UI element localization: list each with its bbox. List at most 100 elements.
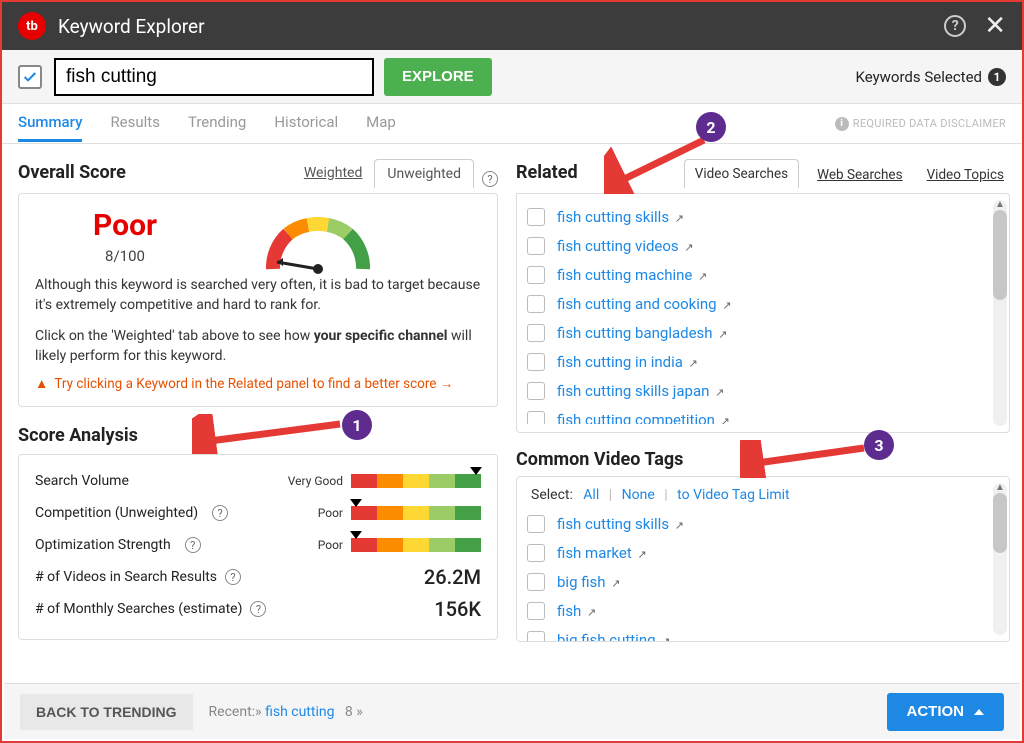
select-all-link[interactable]: All [583,487,599,503]
keyword-row: fish cutting bangladesh ↗ [527,318,999,347]
left-column: Overall Score Weighted Unweighted ? Poor… [18,158,498,652]
tag-select-row: Select: All | None | to Video Tag Limit [527,485,999,509]
external-link-icon: ↗ [718,328,727,341]
help-icon[interactable]: ? [944,15,966,37]
scrollbar[interactable]: ▲ [993,483,1007,635]
keyword-checkbox[interactable] [527,411,545,425]
metric-row: Optimization Strength? Poor [35,529,481,561]
tag-link[interactable]: fish cutting skills ↗ [557,515,684,533]
keywords-selected-label: Keywords Selected [855,68,982,86]
keyword-input[interactable] [54,58,374,96]
help-icon[interactable]: ? [225,569,241,585]
back-to-trending-button[interactable]: BACK TO TRENDING [20,694,193,730]
search-row: EXPLORE Keywords Selected 1 [2,50,1022,104]
tab-video-searches[interactable]: Video Searches [684,159,799,188]
overall-score-title: Overall Score [18,162,126,183]
tab-results[interactable]: Results [110,105,160,142]
tag-checkbox[interactable] [527,631,545,643]
external-link-icon: ↗ [684,241,693,254]
explore-button[interactable]: EXPLORE [384,58,492,96]
select-limit-link[interactable]: to Video Tag Limit [677,487,789,503]
nav-tabs: Summary Results Trending Historical Map … [2,104,1022,144]
tab-map[interactable]: Map [366,105,396,142]
metric-row: Search Volume Very Good [35,465,481,497]
close-icon[interactable]: ✕ [984,13,1006,39]
keyword-link[interactable]: fish cutting machine ↗ [557,266,707,284]
keywords-selected-count: 1 [988,68,1006,86]
keyword-link[interactable]: fish cutting videos ↗ [557,237,694,255]
score-rating-value: 8/100 [35,247,215,265]
metric-label: Search Volume [35,473,129,489]
tag-link[interactable]: fish ↗ [557,602,596,620]
footer-bar: BACK TO TRENDING Recent:» fish cutting 8… [4,683,1020,739]
recent-searches: Recent:» fish cutting 8 » [209,704,363,720]
metric-rating: Very Good [288,474,343,488]
tag-row: fish cutting skills ↗ [527,509,999,538]
tab-web-searches[interactable]: Web Searches [811,163,908,187]
overall-description-2: Click on the 'Weighted' tab above to see… [35,326,481,367]
tag-link[interactable]: fish market ↗ [557,544,647,562]
keyword-checkbox[interactable] [527,237,545,255]
tab-summary[interactable]: Summary [18,105,82,142]
metric-rating: Poor [318,506,343,520]
keywords-selected-indicator: Keywords Selected 1 [855,68,1006,86]
tag-row: big fish cutting ↗ [527,625,999,642]
keyword-link[interactable]: fish cutting skills japan ↗ [557,382,724,400]
tab-video-topics[interactable]: Video Topics [921,163,1010,187]
keyword-checkbox[interactable] [527,382,545,400]
keyword-checkbox[interactable] [527,353,545,371]
tab-unweighted[interactable]: Unweighted [374,159,474,188]
tag-checkbox[interactable] [527,602,545,620]
keyword-row: fish cutting in india ↗ [527,347,999,376]
overall-help-icon[interactable]: ? [482,171,498,187]
tag-checkbox[interactable] [527,515,545,533]
app-title: Keyword Explorer [58,15,944,38]
select-keyword-checkbox[interactable] [18,65,42,89]
keyword-link[interactable]: fish cutting bangladesh ↗ [557,324,728,342]
scrollbar[interactable]: ▲ [993,200,1007,426]
external-link-icon: ↗ [715,386,724,399]
tab-trending[interactable]: Trending [188,105,246,142]
tag-checkbox[interactable] [527,573,545,591]
keyword-row: fish cutting and cooking ↗ [527,289,999,318]
metric-bar [351,538,481,552]
keyword-link[interactable]: fish cutting competition ↗ [557,411,730,425]
keyword-row: fish cutting machine ↗ [527,260,999,289]
select-none-link[interactable]: None [622,487,655,503]
keyword-link[interactable]: fish cutting and cooking ↗ [557,295,732,313]
chevron-up-icon [974,709,984,715]
tag-checkbox[interactable] [527,544,545,562]
external-link-icon: ↗ [637,548,646,561]
tag-link[interactable]: big fish ↗ [557,573,620,591]
external-link-icon: ↗ [722,299,731,312]
tag-row: fish ↗ [527,596,999,625]
tab-historical[interactable]: Historical [274,105,338,142]
action-button[interactable]: ACTION [887,693,1005,731]
title-bar: tb Keyword Explorer ? ✕ [2,2,1022,50]
right-column: Related Video Searches Web Searches Vide… [516,158,1010,652]
tag-link[interactable]: big fish cutting ↗ [557,631,670,643]
help-icon[interactable]: ? [250,601,266,617]
gauge-icon [263,214,373,282]
tab-weighted[interactable]: Weighted [292,159,375,187]
keyword-checkbox[interactable] [527,295,545,313]
keyword-checkbox[interactable] [527,208,545,226]
keyword-checkbox[interactable] [527,266,545,284]
keyword-checkbox[interactable] [527,324,545,342]
recent-keyword-link[interactable]: fish cutting [265,704,334,720]
stat-row: # of Videos in Search Results?26.2M [35,561,481,593]
help-icon[interactable]: ? [185,537,201,553]
help-icon[interactable]: ? [212,505,228,521]
info-icon: i [835,117,849,131]
keyword-link[interactable]: fish cutting in india ↗ [557,353,698,371]
keyword-link[interactable]: fish cutting skills ↗ [557,208,684,226]
overall-hint[interactable]: ▲ Try clicking a Keyword in the Related … [35,376,481,392]
data-disclaimer[interactable]: i REQUIRED DATA DISCLAIMER [835,117,1006,131]
external-link-icon: ↗ [675,519,684,532]
common-tags-title: Common Video Tags [516,449,683,470]
external-link-icon: ↗ [689,357,698,370]
related-title: Related [516,162,578,183]
external-link-icon: ↗ [611,577,620,590]
related-keywords-list: fish cutting skills ↗ fish cutting videos… [516,193,1010,433]
metric-bar [351,474,481,488]
